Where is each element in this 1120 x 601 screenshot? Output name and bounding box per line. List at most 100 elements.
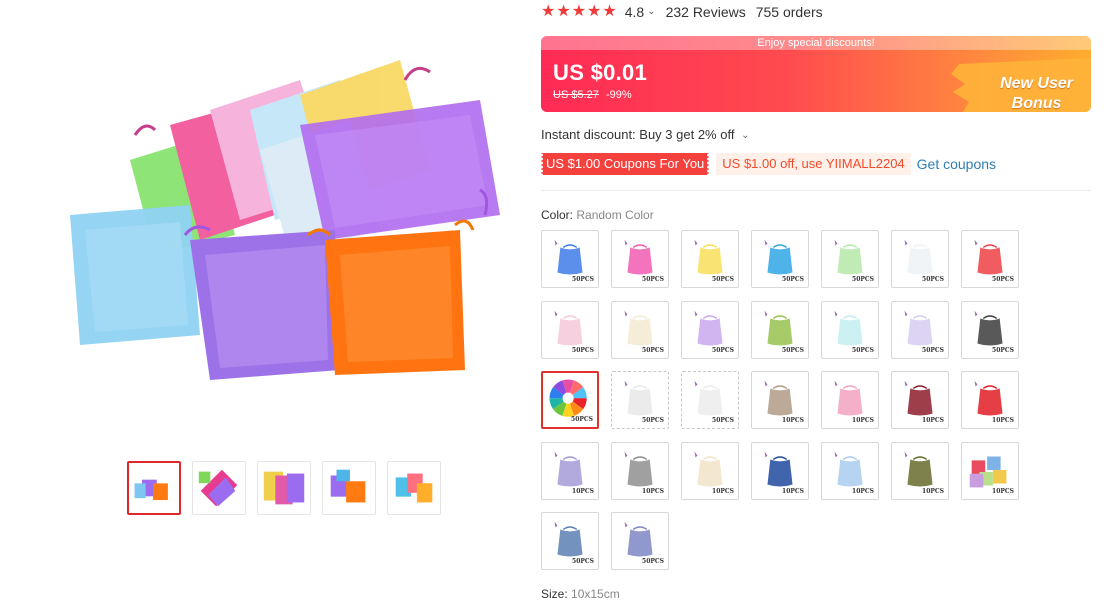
color-swatch[interactable]: 50PCS xyxy=(681,300,739,359)
main-product-image[interactable] xyxy=(60,40,520,400)
color-swatch[interactable]: 50PCS xyxy=(961,300,1019,359)
color-swatch[interactable]: 10PCS xyxy=(961,441,1019,500)
color-swatch[interactable]: 50PCS xyxy=(681,230,739,288)
store-coupon-badge[interactable]: US $1.00 Coupons For You xyxy=(539,153,711,175)
get-coupons-link[interactable]: Get coupons xyxy=(917,156,996,172)
discount-percent: -99% xyxy=(605,89,632,101)
color-swatch[interactable]: 50PCS xyxy=(681,371,739,429)
color-swatch[interactable]: 10PCS xyxy=(611,441,669,500)
star-icon: ★ xyxy=(556,3,571,20)
rating-row: ★ ★ ★ ★ ★ 4.8 ⌄ 232 Reviews 755 orders xyxy=(541,2,823,22)
swatch-quantity-label: 50PCS xyxy=(852,276,874,283)
swatch-quantity-label: 10PCS xyxy=(922,417,944,424)
color-swatch[interactable]: 50PCS xyxy=(751,300,809,359)
color-swatch[interactable]: 10PCS xyxy=(751,371,809,429)
swatch-quantity-label: 50PCS xyxy=(642,276,664,283)
original-price: US $5.27 xyxy=(553,89,599,101)
thumbnail-image xyxy=(263,471,305,505)
color-swatch[interactable]: 10PCS xyxy=(891,371,949,429)
swatch-quantity-label: 10PCS xyxy=(992,487,1014,495)
size-label-key: Size: xyxy=(541,587,568,601)
color-swatch[interactable]: 10PCS xyxy=(821,441,879,500)
swatch-quantity-label: 50PCS xyxy=(642,346,664,354)
color-label: Color: Random Color xyxy=(541,208,654,222)
color-selected-value: Random Color xyxy=(576,208,654,222)
color-swatch[interactable]: 10PCS xyxy=(681,441,739,500)
thumbnail-image xyxy=(330,469,366,503)
bonus-line-1: New User xyxy=(1000,75,1073,92)
thumbnail-5[interactable] xyxy=(387,461,441,515)
swatch-quantity-label: 50PCS xyxy=(992,346,1014,354)
swatch-quantity-label: 50PCS xyxy=(852,346,874,354)
thumbnail-strip xyxy=(127,461,441,515)
organza-bags-photo xyxy=(70,60,500,380)
code-coupon-badge[interactable]: US $1.00 off, use YIIMALL2204 xyxy=(716,153,911,175)
color-swatch[interactable]: 50PCS xyxy=(821,230,879,288)
color-swatch[interactable]: 50PCS xyxy=(541,371,599,429)
color-swatch[interactable]: 50PCS xyxy=(611,512,669,570)
color-swatch[interactable]: 50PCS xyxy=(821,300,879,359)
swatch-quantity-label: 50PCS xyxy=(642,417,664,424)
swatch-quantity-label: 50PCS xyxy=(922,346,944,354)
color-swatch[interactable]: 50PCS xyxy=(611,230,669,288)
color-swatch[interactable]: 10PCS xyxy=(891,441,949,500)
star-icon: ★ xyxy=(541,3,556,20)
color-swatch[interactable]: 50PCS xyxy=(541,512,599,570)
new-user-bonus-badge[interactable]: New User Bonus xyxy=(941,50,1091,112)
color-swatch[interactable]: 50PCS xyxy=(961,230,1019,288)
instant-discount[interactable]: Instant discount: Buy 3 get 2% off ⌄ xyxy=(541,127,759,142)
swatch-quantity-label: 50PCS xyxy=(712,276,734,283)
size-selected-value: 10x15cm xyxy=(571,587,620,601)
thumbnail-2[interactable] xyxy=(192,461,246,515)
swatch-quantity-label: 50PCS xyxy=(782,346,804,354)
reviews-link[interactable]: 232 Reviews xyxy=(666,4,746,20)
coupon-row: US $1.00 Coupons For You US $1.00 off, u… xyxy=(539,153,996,175)
swatch-quantity-label: 10PCS xyxy=(852,417,874,424)
swatch-quantity-label: 50PCS xyxy=(782,276,804,283)
swatch-quantity-label: 10PCS xyxy=(782,487,804,495)
price-banner: Enjoy special discounts! US $0.01 US $5.… xyxy=(541,36,1091,112)
star-rating: ★ ★ ★ ★ ★ xyxy=(541,4,617,20)
star-icon: ★ xyxy=(602,3,617,20)
swatch-quantity-label: 10PCS xyxy=(992,417,1014,424)
swatch-quantity-label: 50PCS xyxy=(992,276,1014,283)
swatch-quantity-label: 10PCS xyxy=(852,487,874,495)
color-swatch[interactable]: 10PCS xyxy=(821,371,879,429)
thumbnail-image xyxy=(198,469,238,507)
original-price-row: US $5.27 -99% xyxy=(553,89,632,101)
color-swatch[interactable]: 50PCS xyxy=(891,300,949,359)
color-swatch[interactable]: 50PCS xyxy=(611,371,669,429)
size-label: Size: 10x15cm xyxy=(541,587,620,601)
swatch-quantity-label: 10PCS xyxy=(642,487,664,495)
swatch-quantity-label: 50PCS xyxy=(712,346,734,354)
orders-count: 755 orders xyxy=(755,4,823,20)
thumbnail-image xyxy=(134,479,168,501)
star-icon: ★ xyxy=(571,3,587,20)
color-swatch[interactable]: 50PCS xyxy=(751,230,809,288)
color-swatch[interactable]: 10PCS xyxy=(751,441,809,500)
thumbnail-3[interactable] xyxy=(257,461,311,515)
swatch-quantity-label: 10PCS xyxy=(712,487,734,495)
banner-note: Enjoy special discounts! xyxy=(541,36,1091,50)
swatch-quantity-label: 10PCS xyxy=(782,417,804,424)
swatch-quantity-label: 10PCS xyxy=(922,487,944,495)
thumbnail-1[interactable] xyxy=(127,461,181,515)
color-swatch[interactable]: 10PCS xyxy=(961,371,1019,429)
thumbnail-4[interactable] xyxy=(322,461,376,515)
star-icon: ★ xyxy=(587,3,602,20)
chevron-down-icon[interactable]: ⌄ xyxy=(647,6,655,17)
swatch-quantity-label: 50PCS xyxy=(642,558,664,565)
color-swatch[interactable]: 50PCS xyxy=(541,300,599,359)
color-swatch[interactable]: 50PCS xyxy=(891,230,949,288)
color-swatch[interactable]: 50PCS xyxy=(541,230,599,288)
instant-discount-text: Instant discount: Buy 3 get 2% off xyxy=(541,127,735,142)
swatch-quantity-label: 50PCS xyxy=(572,558,594,565)
swatch-quantity-label: 50PCS xyxy=(571,416,593,423)
rating-value[interactable]: 4.8 xyxy=(625,4,644,20)
swatch-quantity-label: 10PCS xyxy=(572,487,594,495)
color-swatch[interactable]: 50PCS xyxy=(611,300,669,359)
color-swatch[interactable]: 10PCS xyxy=(541,441,599,500)
current-price: US $0.01 xyxy=(553,60,648,85)
section-divider xyxy=(541,190,1091,191)
bonus-line-2: Bonus xyxy=(1011,95,1062,112)
